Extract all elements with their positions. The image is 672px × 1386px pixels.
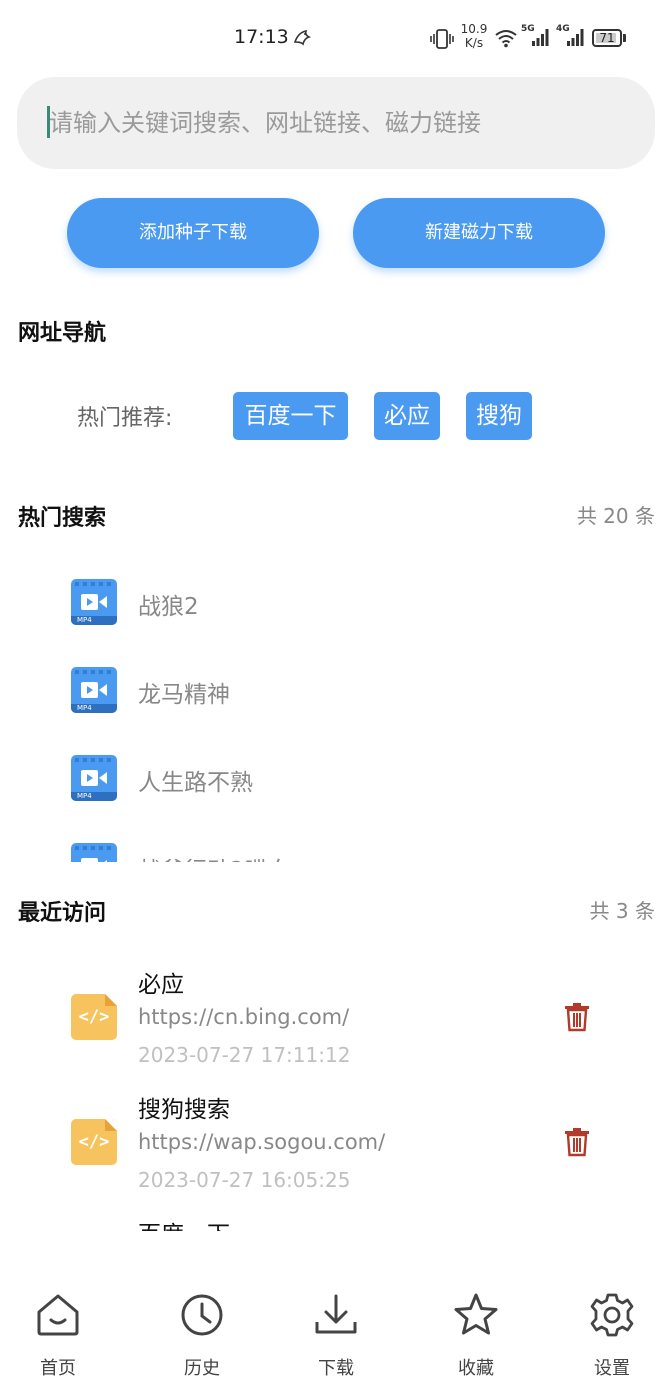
net-speed-value: 10.9: [460, 22, 488, 36]
mp4-file-icon: MP4: [71, 579, 117, 625]
vibrate-icon: [430, 29, 454, 49]
nav-home[interactable]: 首页: [18, 1292, 98, 1380]
mp4-file-icon: MP4: [71, 843, 117, 862]
tag-sogou[interactable]: 搜狗: [466, 392, 532, 440]
add-torrent-button[interactable]: 添加种子下载: [67, 198, 319, 268]
recent-time: 2023-07-27 16:05:25: [138, 1168, 351, 1192]
nav-history[interactable]: 历史: [162, 1292, 242, 1380]
hot-search-text: 战斧行动2喋血: [138, 851, 291, 862]
tag-baidu[interactable]: 百度一下: [233, 392, 348, 440]
recent-title: 最近访问: [18, 901, 107, 926]
nav-favorites[interactable]: 收藏: [436, 1292, 516, 1380]
search-placeholder: 请输入关键词搜索、网址链接、磁力链接: [49, 109, 481, 137]
recent-title-text: 搜狗搜索: [138, 1097, 230, 1123]
status-time: 17:13: [234, 26, 289, 48]
tag-bing[interactable]: 必应: [374, 392, 440, 440]
new-magnet-button[interactable]: 新建磁力下载: [353, 198, 605, 268]
nav-settings[interactable]: 设置: [572, 1292, 652, 1380]
trash-icon[interactable]: [564, 1127, 590, 1157]
net-speed: 10.9 K/s: [458, 22, 490, 50]
url-nav-title: 网址导航: [18, 321, 107, 346]
download-icon: [315, 1294, 357, 1334]
nav-favorites-label: 收藏: [458, 1358, 494, 1379]
recent-list[interactable]: </> 必应 https://cn.bing.com/ 2023-07-27 1…: [0, 955, 672, 1231]
mp4-file-icon: MP4: [71, 667, 117, 713]
hot-search-text: 人生路不熟: [138, 770, 253, 796]
mp4-file-icon: MP4: [71, 755, 117, 801]
home-icon: [37, 1294, 79, 1336]
star-icon: [454, 1293, 498, 1335]
list-item[interactable]: </> 必应 https://cn.bing.com/ 2023-07-27 1…: [0, 955, 672, 1075]
clock-icon: [181, 1294, 223, 1336]
status-bar: 17:13 10.9 K/s 5G 4G 71: [0, 0, 672, 76]
battery-level: 71: [599, 31, 615, 45]
recent-title-text: 必应: [138, 972, 184, 998]
list-item[interactable]: MP4 龙马精神: [0, 667, 672, 717]
gear-icon: [590, 1293, 634, 1337]
recent-title-text: 百度一下: [138, 1215, 230, 1231]
battery-icon: 71: [592, 29, 626, 47]
nav-history-label: 历史: [184, 1358, 220, 1379]
wifi-icon: [495, 30, 517, 48]
list-item[interactable]: MP4 人生路不熟: [0, 755, 672, 805]
hot-search-text: 龙马精神: [138, 682, 230, 708]
signal-icon: [532, 29, 549, 46]
recent-count: 共 3 条: [589, 899, 655, 923]
list-item[interactable]: 百度一下: [0, 1205, 672, 1231]
list-item[interactable]: </> 搜狗搜索 https://wap.sogou.com/ 2023-07-…: [0, 1080, 672, 1200]
signal-icon: [567, 29, 584, 46]
hot-search-list[interactable]: MP4 战狼2 MP4 龙马精神 MP4 人生路不熟 MP4 战斧行动2喋血: [0, 560, 672, 862]
trash-icon[interactable]: [564, 1002, 590, 1032]
search-input[interactable]: 请输入关键词搜索、网址链接、磁力链接: [17, 77, 655, 169]
nav-settings-label: 设置: [594, 1358, 630, 1379]
nav-download[interactable]: 下载: [296, 1292, 376, 1380]
hot-search-count: 共 20 条: [576, 504, 655, 528]
app-notification-icon: [293, 29, 312, 46]
net-speed-unit: K/s: [464, 36, 484, 50]
recent-url: https://cn.bing.com/: [138, 1005, 350, 1029]
recent-time: 2023-07-27 17:11:12: [138, 1043, 351, 1067]
bottom-nav: 首页 历史 下载 收藏 设置: [0, 1280, 672, 1386]
hot-search-title: 热门搜索: [18, 506, 107, 531]
list-item[interactable]: MP4 战斧行动2喋血: [0, 843, 672, 862]
code-file-icon: </>: [71, 1119, 117, 1165]
hot-search-text: 战狼2: [138, 594, 199, 620]
hot-recommend-label: 热门推荐:: [77, 406, 173, 431]
nav-home-label: 首页: [40, 1358, 76, 1379]
recent-url: https://wap.sogou.com/: [138, 1130, 386, 1154]
code-file-icon: </>: [71, 994, 117, 1040]
list-item[interactable]: MP4 战狼2: [0, 579, 672, 629]
nav-download-label: 下载: [318, 1358, 354, 1379]
